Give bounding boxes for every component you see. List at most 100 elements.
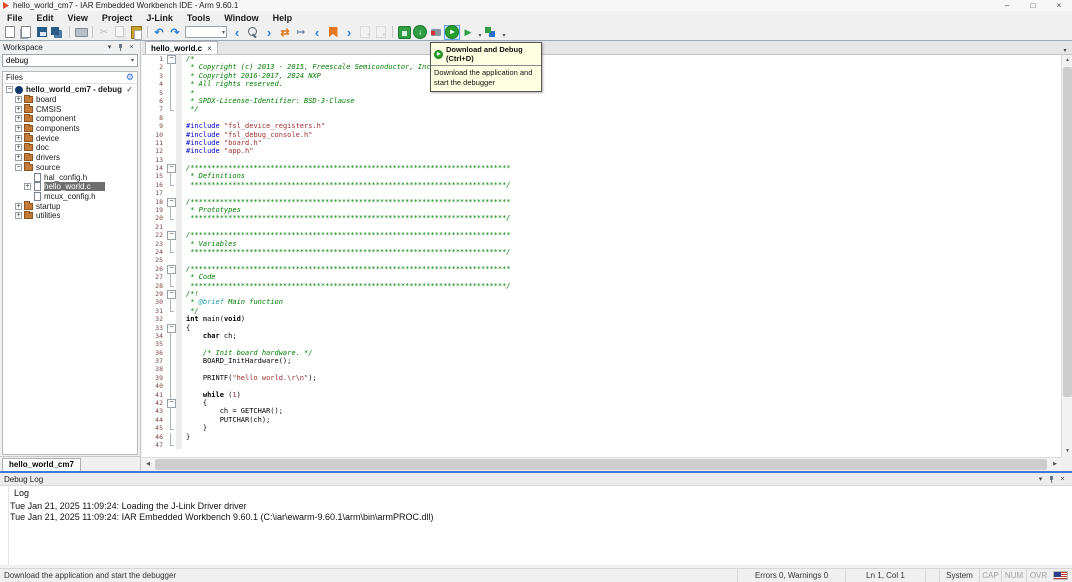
vertical-scroll-thumb[interactable] bbox=[1063, 67, 1072, 397]
find-icon[interactable] bbox=[245, 25, 261, 40]
next-document-icon[interactable] bbox=[373, 25, 389, 40]
code-line-32[interactable]: 32int main(void) bbox=[142, 315, 1061, 323]
breakpoint-margin[interactable] bbox=[176, 89, 182, 97]
breakpoint-margin[interactable] bbox=[176, 181, 182, 189]
menu-project[interactable]: Project bbox=[95, 13, 140, 23]
open-file-icon[interactable] bbox=[18, 25, 34, 40]
breakpoint-margin[interactable] bbox=[176, 315, 182, 323]
tree-item-startup[interactable]: +startup bbox=[3, 201, 137, 211]
breakpoint-margin[interactable] bbox=[176, 131, 182, 139]
breakpoint-margin[interactable] bbox=[176, 340, 182, 348]
expand-icon[interactable]: + bbox=[24, 183, 31, 190]
expand-icon[interactable]: + bbox=[15, 115, 22, 122]
fold-collapse-icon[interactable] bbox=[166, 164, 176, 172]
menu-view[interactable]: View bbox=[61, 13, 95, 23]
fold-collapse-icon[interactable] bbox=[166, 198, 176, 206]
menu-window[interactable]: Window bbox=[217, 13, 265, 23]
print-icon[interactable] bbox=[73, 25, 89, 40]
code-line-9[interactable]: 9#include "fsl_device_registers.h" bbox=[142, 122, 1061, 130]
code-line-40[interactable]: 40 bbox=[142, 382, 1061, 390]
minimize-icon[interactable]: – bbox=[994, 1, 1020, 10]
menu-tools[interactable]: Tools bbox=[180, 13, 217, 23]
tree-item-mcux-config-h[interactable]: mcux_config.h bbox=[3, 192, 137, 202]
tree-item-source[interactable]: −source bbox=[3, 163, 137, 173]
fold-collapse-icon[interactable] bbox=[166, 290, 176, 298]
find-next-icon[interactable] bbox=[261, 25, 277, 40]
find-combo[interactable]: ▾ bbox=[185, 26, 227, 38]
breakpoint-margin[interactable] bbox=[176, 349, 182, 357]
code-line-8[interactable]: 8 bbox=[142, 114, 1061, 122]
breakpoint-margin[interactable] bbox=[176, 105, 182, 113]
code-line-17[interactable]: 17 bbox=[142, 189, 1061, 197]
tree-item-component[interactable]: +component bbox=[3, 114, 137, 124]
breakpoint-margin[interactable] bbox=[176, 441, 182, 449]
redo-icon[interactable] bbox=[167, 25, 183, 40]
code-line-3[interactable]: 3 * Copyright 2016-2017, 2024 NXP bbox=[142, 72, 1061, 80]
tree-item-doc[interactable]: +doc bbox=[3, 143, 137, 153]
navigate-forward-backward-icon[interactable] bbox=[277, 25, 293, 40]
breakpoint-margin[interactable] bbox=[176, 382, 182, 390]
code-line-14[interactable]: 14/*************************************… bbox=[142, 164, 1061, 172]
breakpoint-margin[interactable] bbox=[176, 240, 182, 248]
breakpoint-margin[interactable] bbox=[176, 80, 182, 88]
fold-collapse-icon[interactable] bbox=[166, 231, 176, 239]
expand-icon[interactable]: + bbox=[15, 154, 22, 161]
scroll-right-icon[interactable]: ▶ bbox=[1049, 458, 1061, 471]
copy-icon[interactable] bbox=[112, 25, 128, 40]
breakpoint-margin[interactable] bbox=[176, 391, 182, 399]
breakpoint-margin[interactable] bbox=[176, 273, 182, 281]
code-line-20[interactable]: 20 *************************************… bbox=[142, 214, 1061, 222]
gear-icon[interactable]: ⚙ bbox=[126, 73, 134, 82]
toolbar-overflow-icon[interactable] bbox=[500, 25, 508, 40]
code-line-6[interactable]: 6 * SPDX-License-Identifier: BSD-3-Claus… bbox=[142, 97, 1061, 105]
download-icon[interactable] bbox=[412, 25, 428, 40]
editor-vertical-scrollbar[interactable]: ▲ ▼ bbox=[1061, 55, 1072, 457]
expand-icon[interactable]: + bbox=[15, 96, 22, 103]
breakpoint-margin[interactable] bbox=[176, 114, 182, 122]
make-icon[interactable] bbox=[396, 25, 412, 40]
breakpoint-margin[interactable] bbox=[176, 416, 182, 424]
code-line-7[interactable]: 7 */ bbox=[142, 105, 1061, 113]
debug-log-close-icon[interactable]: × bbox=[1057, 476, 1068, 483]
code-line-23[interactable]: 23 * Variables bbox=[142, 240, 1061, 248]
code-line-18[interactable]: 18/*************************************… bbox=[142, 198, 1061, 206]
undo-icon[interactable] bbox=[151, 25, 167, 40]
breakpoint-margin[interactable] bbox=[176, 298, 182, 306]
collapse-icon[interactable]: − bbox=[6, 86, 13, 93]
breakpoint-margin[interactable] bbox=[176, 55, 182, 63]
code-area[interactable]: 1/*2 * Copyright (c) 2013 - 2015, Freesc… bbox=[142, 55, 1061, 457]
collapse-icon[interactable]: − bbox=[15, 164, 22, 171]
expand-icon[interactable]: + bbox=[15, 212, 22, 219]
code-line-24[interactable]: 24 *************************************… bbox=[142, 248, 1061, 256]
breakpoint-margin[interactable] bbox=[176, 72, 182, 80]
workspace-tab-hello-world-cm7[interactable]: hello_world_cm7 bbox=[2, 458, 81, 471]
fold-collapse-icon[interactable] bbox=[166, 324, 176, 332]
breakpoint-margin[interactable] bbox=[176, 231, 182, 239]
tab-hello-world-c[interactable]: hello_world.c × bbox=[145, 41, 218, 54]
breakpoint-margin[interactable] bbox=[176, 63, 182, 71]
fold-collapse-icon[interactable] bbox=[166, 55, 176, 63]
code-line-4[interactable]: 4 * All rights reserved. bbox=[142, 80, 1061, 88]
scroll-down-icon[interactable]: ▼ bbox=[1062, 446, 1072, 457]
code-line-15[interactable]: 15 * Definitions bbox=[142, 172, 1061, 180]
breakpoint-margin[interactable] bbox=[176, 172, 182, 180]
code-line-42[interactable]: 42 { bbox=[142, 399, 1061, 407]
menu-jlink[interactable]: J-Link bbox=[139, 13, 180, 23]
panel-menu-icon[interactable]: ▾ bbox=[1035, 475, 1046, 483]
breakpoint-margin[interactable] bbox=[176, 424, 182, 432]
code-line-19[interactable]: 19 * Prototypes bbox=[142, 206, 1061, 214]
fold-collapse-icon[interactable] bbox=[166, 265, 176, 273]
configuration-select[interactable]: debug ▾ bbox=[2, 54, 138, 67]
menu-edit[interactable]: Edit bbox=[30, 13, 61, 23]
code-line-45[interactable]: 45 } bbox=[142, 424, 1061, 432]
close-icon[interactable]: × bbox=[1046, 1, 1072, 10]
code-line-28[interactable]: 28 *************************************… bbox=[142, 282, 1061, 290]
breakpoint-margin[interactable] bbox=[176, 307, 182, 315]
cmsis-manager-icon[interactable] bbox=[484, 25, 500, 40]
breakpoint-margin[interactable] bbox=[176, 374, 182, 382]
fold-collapse-icon[interactable] bbox=[166, 399, 176, 407]
save-icon[interactable] bbox=[34, 25, 50, 40]
breakpoint-margin[interactable] bbox=[176, 97, 182, 105]
code-line-2[interactable]: 2 * Copyright (c) 2013 - 2015, Freescale… bbox=[142, 63, 1061, 71]
breakpoint-margin[interactable] bbox=[176, 248, 182, 256]
